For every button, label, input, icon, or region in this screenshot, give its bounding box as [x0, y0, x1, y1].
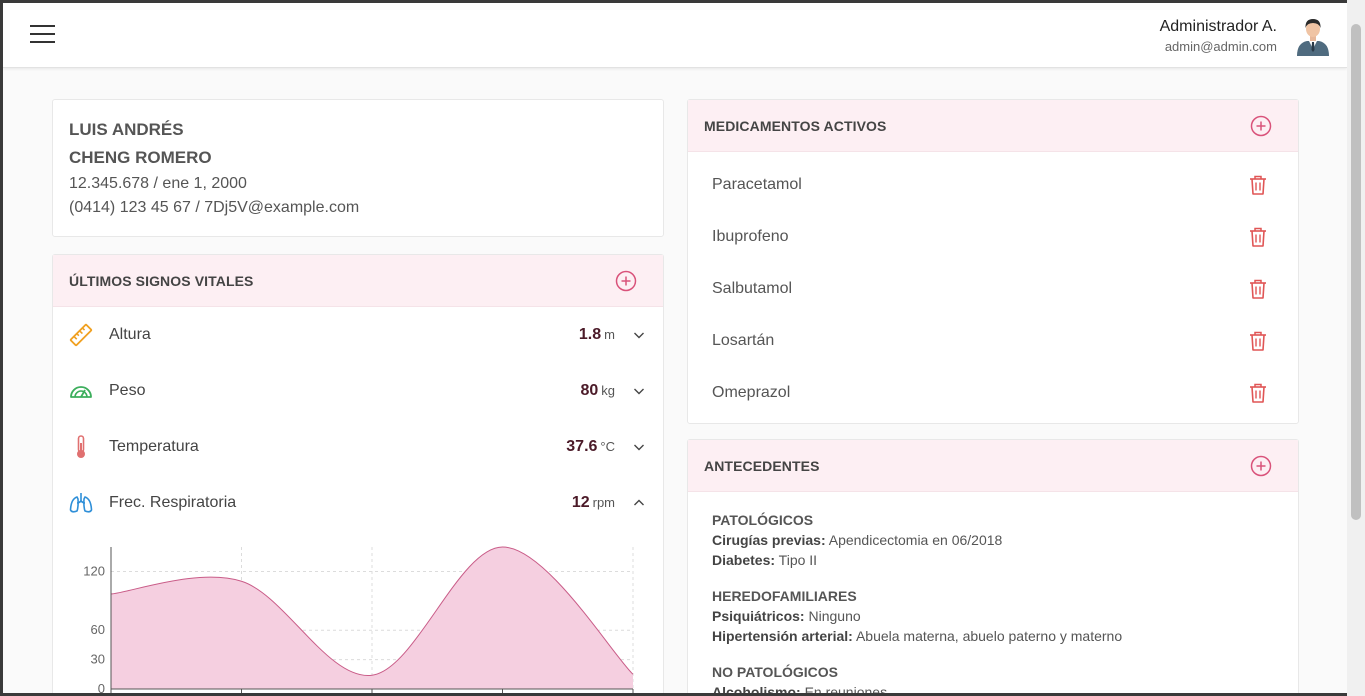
- trash-icon[interactable]: [1248, 278, 1268, 300]
- antecedente-entry: Psiquiátricos: Ninguno: [712, 608, 861, 624]
- medication-label: Salbutamol: [712, 280, 793, 297]
- medications-header: MEDICAMENTOS ACTIVOS: [688, 100, 1298, 152]
- medication-label: Ibuprofeno: [712, 228, 789, 245]
- vital-value: 37.6 °C: [566, 438, 615, 455]
- scroll-thumb[interactable]: [1351, 24, 1361, 520]
- trash-icon[interactable]: [1248, 330, 1268, 352]
- vital-row-altura[interactable]: Altura 1.8 m: [53, 307, 663, 363]
- y-tick-label: 60: [91, 622, 105, 637]
- medications-card: MEDICAMENTOS ACTIVOS Paracetamol Ibuprofe…: [687, 99, 1299, 424]
- medication-item: Losartán: [688, 316, 1298, 368]
- vital-label: Frec. Respiratoria: [109, 494, 237, 511]
- vital-label: Peso: [109, 382, 146, 399]
- app-window: Administrador A. admin@admin.com LUIS AN…: [3, 3, 1347, 693]
- vitals-title: ÚLTIMOS SIGNOS VITALES: [69, 273, 254, 289]
- chevron-down-icon[interactable]: [633, 385, 645, 397]
- vitals-card: ÚLTIMOS SIGNOS VITALES Altura 1.8 m Peso…: [52, 254, 664, 693]
- medication-item: Omeprazol: [688, 368, 1298, 420]
- chevron-down-icon[interactable]: [633, 441, 645, 453]
- vital-row-temperatura[interactable]: Temperatura 37.6 °C: [53, 419, 663, 475]
- chevron-down-icon[interactable]: [633, 329, 645, 341]
- vital-value: 80 kg: [580, 382, 615, 399]
- medication-label: Omeprazol: [712, 384, 791, 401]
- vital-row-frec-respiratoria[interactable]: Frec. Respiratoria 12 rpm: [53, 475, 663, 531]
- medication-item: Paracetamol: [688, 160, 1298, 212]
- vital-label: Temperatura: [109, 438, 199, 455]
- menu-icon[interactable]: [30, 25, 58, 47]
- user-name: Administrador A.: [1159, 18, 1277, 35]
- y-tick-label: 120: [83, 563, 105, 578]
- add-medication-icon[interactable]: [1250, 115, 1272, 137]
- patient-id-birth: 12.345.678 / ene 1, 2000: [69, 175, 247, 192]
- user-email: admin@admin.com: [1164, 39, 1277, 54]
- scrollbar[interactable]: [1347, 0, 1365, 696]
- y-tick-label: 0: [98, 681, 105, 693]
- medication-item: Ibuprofeno: [688, 212, 1298, 264]
- antecedente-entry: Cirugías previas: Apendicectomia en 06/2…: [712, 532, 1003, 548]
- trash-icon[interactable]: [1248, 382, 1268, 404]
- antecedentes-card: ANTECEDENTES PATOLÓGICOS Cirugías previa…: [687, 439, 1299, 693]
- medications-title: MEDICAMENTOS ACTIVOS: [704, 118, 887, 134]
- vital-label: Altura: [109, 326, 151, 343]
- ruler-icon: [69, 323, 93, 347]
- y-tick-label: 30: [91, 652, 105, 667]
- antecedentes-section-heading: HEREDOFAMILIARES: [712, 588, 857, 604]
- gauge-icon: [70, 386, 92, 398]
- vital-value: 12 rpm: [571, 494, 615, 511]
- add-vital-icon[interactable]: [615, 270, 637, 292]
- antecedente-entry: Alcoholismo: En reuniones: [712, 684, 888, 693]
- antecedentes-header: ANTECEDENTES: [688, 440, 1298, 492]
- vital-value: 1.8 m: [578, 326, 615, 343]
- add-antecedente-icon[interactable]: [1250, 455, 1272, 477]
- medication-label: Paracetamol: [712, 176, 802, 193]
- patient-contact: (0414) 123 45 67 / 7Dj5V@example.com: [69, 199, 360, 216]
- lungs-icon: [69, 493, 93, 513]
- antecedente-entry: Diabetes: Tipo II: [712, 552, 818, 568]
- trash-icon[interactable]: [1248, 226, 1268, 248]
- patient-last-name: CHENG ROMERO: [69, 148, 212, 167]
- respiratory-chart: 120 60 30 0: [83, 546, 634, 693]
- patient-first-name: LUIS ANDRÉS: [69, 120, 184, 139]
- antecedentes-section-heading: PATOLÓGICOS: [712, 512, 814, 528]
- medication-label: Losartán: [712, 332, 775, 349]
- antecedentes-section-heading: NO PATOLÓGICOS: [712, 664, 839, 680]
- vitals-header: ÚLTIMOS SIGNOS VITALES: [53, 255, 663, 307]
- top-bar: Administrador A. admin@admin.com: [3, 3, 1347, 68]
- chevron-up-icon[interactable]: [633, 497, 645, 509]
- medication-item: Salbutamol: [688, 264, 1298, 316]
- patient-card: LUIS ANDRÉS CHENG ROMERO 12.345.678 / en…: [52, 99, 664, 237]
- vital-row-peso[interactable]: Peso 80 kg: [53, 363, 663, 419]
- antecedentes-title: ANTECEDENTES: [704, 458, 820, 474]
- thermometer-icon: [77, 435, 85, 458]
- antecedente-entry: Hipertensión arterial: Abuela materna, a…: [712, 628, 1123, 644]
- trash-icon[interactable]: [1248, 174, 1268, 196]
- avatar[interactable]: [1295, 16, 1331, 56]
